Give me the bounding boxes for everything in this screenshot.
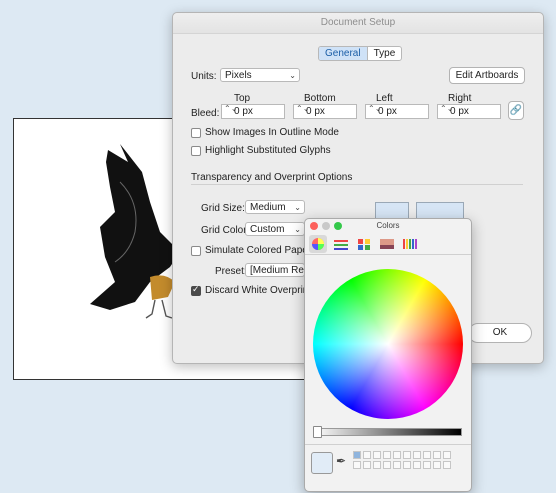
grid-size-select[interactable]: Medium ⌄ [245,200,305,214]
swatch-cell[interactable] [383,461,391,469]
minimize-icon[interactable] [322,222,330,230]
bleed-label: Bleed: [191,108,220,119]
color-mode-toolbar [305,233,471,255]
grid-colors-value: Custom [250,224,285,235]
swatch-cell[interactable] [383,451,391,459]
swatch-cell[interactable] [433,451,441,459]
panel-divider [305,444,471,445]
brightness-slider[interactable] [313,428,462,436]
bleed-left-label: Left [376,93,393,104]
highlight-glyphs-label: Highlight Substituted Glyphs [205,145,331,156]
eyedropper-icon[interactable]: ✒ [336,454,346,468]
swatch-cell[interactable] [353,461,361,469]
bleed-top-field[interactable]: ⌃⌄ 0 px [221,104,285,119]
swatch-cell[interactable] [403,451,411,459]
swatch-cell[interactable] [353,451,361,459]
ok-button[interactable]: OK [468,323,532,343]
bleed-left-value: 0 px [378,106,397,117]
checkbox-box[interactable] [191,245,201,256]
image-palettes-icon[interactable] [378,235,396,253]
brightness-slider-knob[interactable] [313,426,322,438]
bleed-bottom-label: Bottom [304,93,336,104]
swatch-cell[interactable] [443,451,451,459]
simulate-paper-checkbox[interactable]: Simulate Colored Paper [191,245,311,256]
bleed-right-field[interactable]: ⌃⌄ 0 px [437,104,501,119]
simulate-paper-label: Simulate Colored Paper [205,245,312,256]
show-images-label: Show Images In Outline Mode [205,127,339,138]
dialog-title: Document Setup [173,13,543,34]
swatch-cell[interactable] [393,461,401,469]
section-divider [191,184,523,185]
bleed-bottom-value: 0 px [306,106,325,117]
bleed-top-label: Top [234,93,251,104]
swatch-cell[interactable] [363,451,371,459]
checkbox-box[interactable] [191,127,201,138]
swatch-cell[interactable] [423,451,431,459]
discard-overprint-label: Discard White Overprint [205,285,312,296]
swatch-cell[interactable] [413,451,421,459]
bleed-left-field[interactable]: ⌃⌄ 0 px [365,104,429,119]
section-title: Transparency and Overprint Options [191,172,353,183]
bleed-right-label: Right [448,93,472,104]
swatch-cell[interactable] [413,461,421,469]
units-select[interactable]: Pixels ⌄ [220,68,300,82]
swatch-cell[interactable] [423,461,431,469]
sliders-icon[interactable] [332,235,350,253]
swatch-grid [353,451,451,469]
checkbox-box[interactable] [191,145,201,156]
chevron-down-icon: ⌄ [294,225,301,234]
swatch-cell[interactable] [373,451,381,459]
swatch-cell[interactable] [433,461,441,469]
current-color-swatch[interactable] [311,452,333,474]
discard-overprint-checkbox[interactable]: Discard White Overprint [191,284,312,296]
tab-general[interactable]: General [319,47,367,60]
link-bleed-icon[interactable]: 🔗 [508,101,524,120]
tab-bar: General Type [318,46,403,61]
grid-size-value: Medium [250,202,286,213]
window-controls [310,222,342,230]
units-value: Pixels [225,70,252,81]
swatch-cell[interactable] [393,451,401,459]
colors-panel: Colors ✒ [304,218,472,492]
swatch-cell[interactable] [403,461,411,469]
checkbox-box[interactable] [191,284,201,296]
close-icon[interactable] [310,222,318,230]
grid-colors-select[interactable]: Custom ⌄ [245,222,305,236]
swatch-cell[interactable] [373,461,381,469]
preset-value: [Medium Res [250,265,305,276]
preset-select[interactable]: [Medium Res [245,263,305,277]
swatch-cell[interactable] [363,461,371,469]
swatch-cell[interactable] [443,461,451,469]
tab-type[interactable]: Type [366,47,402,60]
bleed-top-value: 0 px [234,106,253,117]
preset-label: Preset: [215,266,247,277]
bleed-bottom-field[interactable]: ⌃⌄ 0 px [293,104,357,119]
pencils-icon[interactable] [401,235,419,253]
highlight-glyphs-checkbox[interactable]: Highlight Substituted Glyphs [191,145,331,156]
chevron-down-icon: ⌄ [289,71,296,80]
palettes-icon[interactable] [355,235,373,253]
color-wheel-icon[interactable] [309,235,327,253]
zoom-icon[interactable] [334,222,342,230]
color-wheel[interactable] [313,269,463,419]
show-images-checkbox[interactable]: Show Images In Outline Mode [191,127,339,138]
bleed-right-value: 0 px [450,106,469,117]
units-label: Units: [191,71,217,82]
chevron-down-icon: ⌄ [294,203,301,212]
grid-size-label: Grid Size: [201,203,245,214]
edit-artboards-button[interactable]: Edit Artboards [449,67,525,84]
